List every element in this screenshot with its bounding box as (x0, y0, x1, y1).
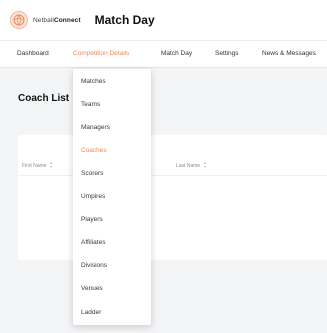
nav-competition-details[interactable]: Competition Details (73, 50, 129, 57)
menu-item-scorers[interactable]: Scorers (81, 170, 103, 177)
menu-item-managers[interactable]: Managers (81, 124, 110, 131)
menu-item-affiliates[interactable]: Affiliates (81, 239, 105, 246)
app-title: Match Day (94, 13, 155, 27)
menu-item-matches[interactable]: Matches (81, 78, 106, 85)
netball-icon (10, 11, 28, 29)
menu-item-teams[interactable]: Teams (81, 101, 100, 108)
sort-icon[interactable]: ▲ ▼ (203, 161, 206, 169)
page-title: Coach List (18, 93, 70, 104)
menu-item-players[interactable]: Players (81, 216, 103, 223)
column-header-first-name[interactable]: First Name ▲ ▼ (22, 161, 53, 169)
nav-match-day[interactable]: Match Day (161, 50, 192, 57)
sort-icon[interactable]: ▲ ▼ (49, 161, 52, 169)
coach-table: First Name ▲ ▼ Last Name ▲ ▼ (18, 135, 327, 260)
menu-item-coaches[interactable]: Coaches (81, 147, 107, 154)
nav-dashboard[interactable]: Dashboard (17, 50, 49, 57)
column-header-last-name[interactable]: Last Name ▲ ▼ (176, 161, 207, 169)
nav-settings[interactable]: Settings (215, 50, 239, 57)
menu-item-venues[interactable]: Venues (81, 285, 103, 292)
menu-item-divisions[interactable]: Divisions (81, 262, 107, 269)
logo-text: NetballConnect (33, 16, 81, 24)
competition-details-menu: Matches Teams Managers Coaches Scorers U… (73, 69, 151, 325)
top-bar: NetballConnect Match Day (0, 0, 327, 40)
nav-news-messages[interactable]: News & Messages (262, 50, 316, 57)
column-label: Last Name (176, 162, 201, 169)
menu-item-ladder[interactable]: Ladder (81, 309, 101, 316)
menu-item-umpires[interactable]: Umpires (81, 193, 105, 200)
main-nav: Dashboard Competition Details Match Day … (0, 40, 327, 68)
logo[interactable]: NetballConnect (10, 11, 81, 29)
column-label: First Name (22, 162, 47, 169)
divider (18, 175, 327, 176)
